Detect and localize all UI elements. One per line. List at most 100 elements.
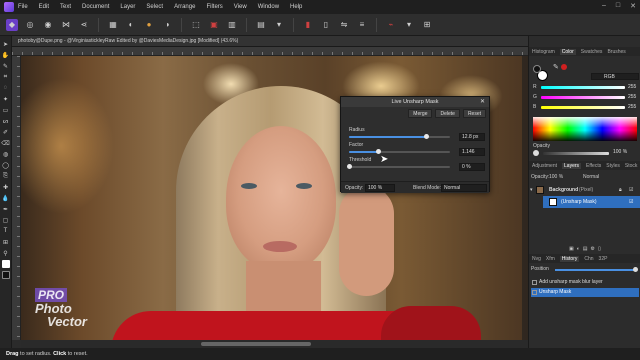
history-position-slider[interactable]: [555, 269, 637, 271]
auto-levels-icon[interactable]: ▦: [107, 19, 119, 31]
layer-row-unsharp-mask[interactable]: (Unsharp Mask) ☑: [543, 196, 640, 208]
dialog-close-icon[interactable]: ✕: [480, 97, 485, 107]
expand-chevron-icon[interactable]: ▾: [530, 184, 533, 196]
color-opacity-slider[interactable]: [543, 152, 609, 155]
freehand-selection-icon[interactable]: ᔕ: [2, 117, 10, 125]
tone-mapping-persona-icon[interactable]: ⋈: [60, 19, 72, 31]
snapping-options-icon[interactable]: ▾: [403, 19, 415, 31]
zoom-tool-icon[interactable]: ⚲: [2, 249, 10, 257]
assistant-icon[interactable]: ▤: [255, 19, 267, 31]
dialog-title[interactable]: Live Unsharp Mask ✕: [341, 97, 489, 107]
tab-navigator[interactable]: Nvg: [532, 256, 541, 262]
dodge-tool-icon[interactable]: ◯: [2, 161, 10, 169]
view-mode-icon[interactable]: ⊞: [421, 19, 433, 31]
tab-stock[interactable]: Stock: [625, 163, 638, 169]
tab-brushes[interactable]: Brushes: [607, 49, 625, 55]
blur-brush-icon[interactable]: 💧: [2, 194, 10, 202]
recent-color-swatch[interactable]: [561, 64, 567, 70]
blue-channel-slider[interactable]: [541, 106, 625, 109]
layers-blend-mode-dropdown[interactable]: Normal: [583, 174, 599, 180]
arrange-front-icon[interactable]: ▮: [302, 19, 314, 31]
tab-history[interactable]: History: [559, 255, 580, 262]
visibility-checkbox[interactable]: ☑: [629, 196, 633, 208]
color-picker-icon[interactable]: ✎: [2, 62, 10, 70]
quick-mask-icon[interactable]: ▣: [208, 19, 220, 31]
align-icon[interactable]: ≡: [356, 19, 368, 31]
refine-selection-icon[interactable]: ▥: [226, 19, 238, 31]
tab-swatches[interactable]: Swatches: [581, 49, 603, 55]
menu-view[interactable]: View: [234, 4, 247, 10]
lock-icon[interactable]: 🔒︎: [619, 184, 622, 196]
liquify-persona-icon[interactable]: ◎: [24, 19, 36, 31]
arrange-back-icon[interactable]: ▯: [320, 19, 332, 31]
history-item-selected[interactable]: Unsharp Mask: [531, 288, 639, 297]
layer-row-background[interactable]: ▾ Background (Pixel) 🔒︎ ☑: [529, 184, 640, 196]
menu-filters[interactable]: Filters: [206, 4, 222, 10]
layer-actions-icons[interactable]: ▣◐▤⚙▯: [569, 246, 604, 252]
red-channel-slider[interactable]: [541, 86, 625, 89]
shape-tool-icon[interactable]: ▢: [2, 216, 10, 224]
healing-brush-icon[interactable]: ✚: [2, 183, 10, 191]
factor-value-field[interactable]: 1.146: [459, 148, 485, 156]
move-tool-icon[interactable]: ➤: [2, 40, 10, 48]
color-opacity-value[interactable]: 100 %: [613, 149, 627, 155]
menu-help[interactable]: Help: [290, 4, 302, 10]
radius-value-field[interactable]: 12.8 px: [459, 133, 485, 141]
blue-channel-value[interactable]: 255: [628, 104, 636, 110]
flood-select-icon[interactable]: ✦: [2, 95, 10, 103]
marquee-tool-icon[interactable]: ▭: [2, 106, 10, 114]
paint-brush-icon[interactable]: ✐: [2, 128, 10, 136]
pen-tool-icon[interactable]: ✒: [2, 205, 10, 213]
threshold-value-field[interactable]: 0 %: [459, 163, 485, 171]
horizontal-scroll-thumb[interactable]: [201, 342, 311, 346]
color-model-dropdown[interactable]: RGB: [591, 73, 639, 80]
auto-color-icon[interactable]: ●: [143, 19, 155, 31]
layers-opacity-value[interactable]: 100 %: [549, 174, 563, 180]
visibility-checkbox[interactable]: ☑: [629, 184, 633, 196]
tab-channels[interactable]: Chn: [584, 256, 593, 262]
menu-edit[interactable]: Edit: [39, 4, 49, 10]
selection-mode-icon[interactable]: ⬚: [190, 19, 202, 31]
text-tool-icon[interactable]: T: [2, 227, 10, 235]
blend-mode-dropdown[interactable]: Normal: [441, 184, 487, 192]
tab-histogram[interactable]: Histogram: [532, 49, 555, 55]
secondary-color-swatch[interactable]: [533, 65, 541, 73]
horizontal-scrollbar[interactable]: [21, 340, 528, 348]
reset-button[interactable]: Reset: [462, 109, 486, 118]
history-position-knob[interactable]: [633, 267, 638, 272]
dropdown-chevron-icon[interactable]: ▾: [273, 19, 285, 31]
foreground-color-icon[interactable]: [1, 260, 10, 268]
color-spectrum[interactable]: [533, 117, 637, 141]
tab-layers[interactable]: Layers: [562, 162, 582, 169]
tab-adjustment[interactable]: Adjustment: [532, 163, 557, 169]
clone-tool-icon[interactable]: ⎘: [2, 172, 10, 180]
crop-tool-icon[interactable]: ⌗: [2, 73, 10, 81]
tab-32p[interactable]: 32P: [599, 256, 608, 262]
threshold-slider[interactable]: [346, 164, 450, 169]
factor-slider[interactable]: [349, 149, 450, 154]
auto-white-balance-icon[interactable]: ◑: [161, 19, 173, 31]
history-item[interactable]: Add unsharp mask blur layer: [531, 278, 639, 287]
menu-document[interactable]: Document: [82, 4, 109, 10]
auto-contrast-icon[interactable]: ◐: [125, 19, 137, 31]
background-color-icon[interactable]: [1, 271, 10, 279]
menu-layer[interactable]: Layer: [120, 4, 135, 10]
affinity-photo-logo-icon[interactable]: [4, 2, 14, 12]
tab-effects[interactable]: Effects: [586, 163, 601, 169]
menu-file[interactable]: File: [18, 4, 28, 10]
red-channel-value[interactable]: 255: [628, 84, 636, 90]
document-tab[interactable]: photoby@Dupe.png - @VirginiastickleyRaw …: [12, 36, 528, 47]
photo-persona-icon[interactable]: ◆: [6, 18, 18, 31]
opacity-dropdown[interactable]: 100 %: [365, 184, 395, 192]
tab-styles[interactable]: Styles: [606, 163, 620, 169]
green-channel-slider[interactable]: [541, 96, 625, 99]
menu-arrange[interactable]: Arrange: [174, 4, 195, 10]
merge-button[interactable]: Merge: [408, 109, 433, 118]
eyedropper-icon[interactable]: ✎: [553, 63, 559, 71]
threshold-slider-knob[interactable]: [346, 164, 352, 169]
selection-brush-icon[interactable]: ◌: [2, 84, 10, 92]
view-tool-icon[interactable]: ✋: [2, 51, 10, 59]
radius-slider[interactable]: [349, 134, 450, 139]
close-window-icon[interactable]: ✕: [630, 2, 636, 10]
maximize-icon[interactable]: □: [616, 2, 620, 10]
